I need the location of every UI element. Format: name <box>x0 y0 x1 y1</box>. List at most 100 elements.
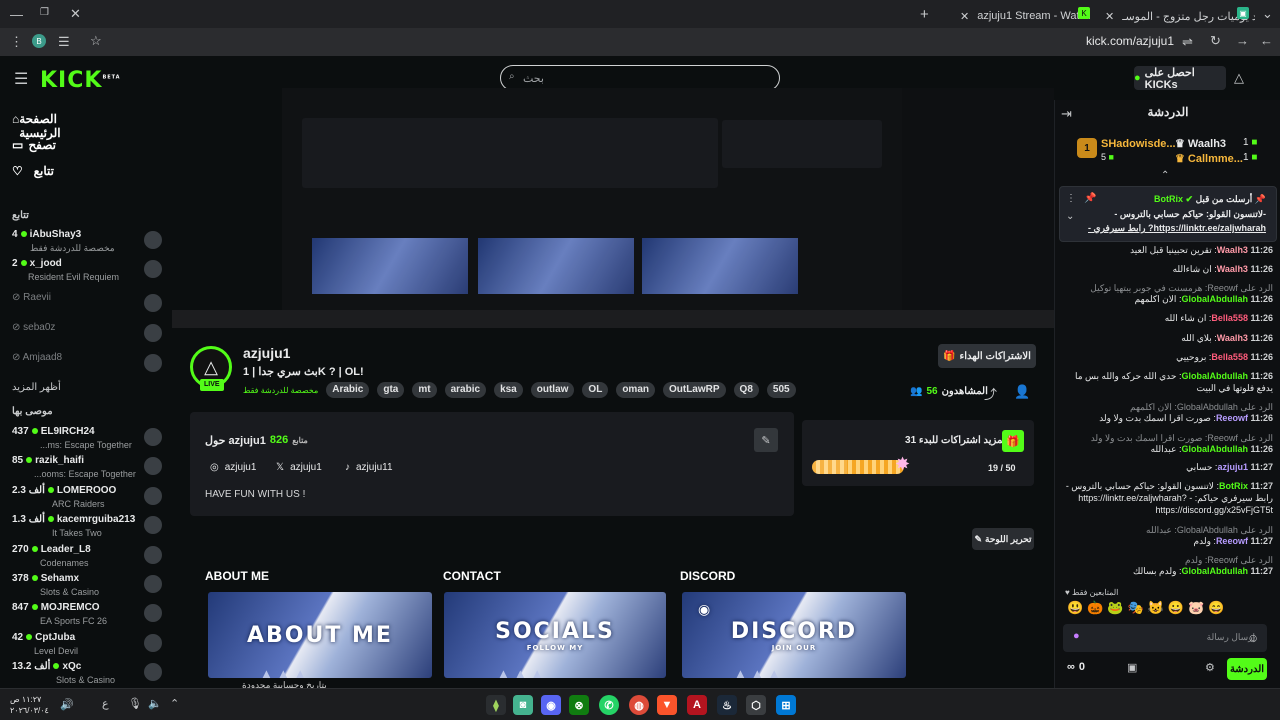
app-icon-messenger[interactable]: ◙ <box>513 695 533 715</box>
recommended-channel[interactable]: 847 MOJREMCO EA Sports FC 26 <box>12 602 162 632</box>
chat-message[interactable]: 11:26 GlobalAbdullah: عبدالله <box>1063 443 1273 455</box>
send-chat-button[interactable]: الدردشة <box>1227 658 1267 680</box>
share-icon[interactable]: ⤴ <box>984 384 997 403</box>
whatsapp-taskbar-icon[interactable]: ✆ <box>599 695 619 715</box>
recommended-channel[interactable]: 85 razik_haifi ...ooms: Escape Together <box>12 455 162 485</box>
steam-taskbar-icon[interactable]: ♨ <box>717 695 737 715</box>
emoji-picker-icon[interactable]: ☺ <box>1247 631 1259 645</box>
channel-points[interactable]: ∞ 0 <box>1067 661 1085 673</box>
discord-taskbar-icon[interactable]: ◉ <box>541 695 561 715</box>
new-tab-button[interactable]: + <box>920 6 929 23</box>
tag-chip[interactable]: OutLawRP <box>662 382 726 398</box>
nav-browse[interactable]: ▭ تصفح <box>12 138 56 152</box>
chat-message[interactable]: 11:27 Reeowf: ولدم <box>1063 535 1273 547</box>
following-channel[interactable]: 4 iAbuShay3 مخصصة للدردشة فقط <box>12 229 162 259</box>
chat-message[interactable]: 11:27 azjuju1: حسابي <box>1063 461 1273 473</box>
reload-icon[interactable]: ↻ <box>1210 33 1221 49</box>
goal-gift-icon[interactable]: 🎁 <box>1002 430 1024 452</box>
discord-banner[interactable]: ◉ DISCORD JOIN OUR <box>682 592 906 678</box>
tab-close-icon[interactable]: ✕ <box>1105 10 1114 23</box>
tab-search-icon[interactable]: ⌄ <box>1262 6 1273 22</box>
show-hidden-icons[interactable]: ⌃ <box>170 697 179 710</box>
leaderboard-user[interactable]: SHadowisde... <box>1101 138 1176 150</box>
chat-message[interactable]: 11:26 Bella558: ان شاء الله <box>1063 312 1273 324</box>
pin-icon[interactable]: 📌 <box>1084 193 1096 204</box>
social-link[interactable]: ♪ azjuju11 <box>345 462 393 473</box>
hamburger-menu-icon[interactable]: ☰ <box>14 69 28 89</box>
bookmark-star-icon[interactable]: ☆ <box>90 33 102 49</box>
chat-message[interactable]: 11:26 Waalh3: بلاي الله <box>1063 332 1273 344</box>
tag-chip[interactable]: 505 <box>766 382 796 398</box>
nav-following[interactable]: ♡ تتابع <box>12 164 54 178</box>
tab-kick-stream[interactable]: ✕ azjuju1 Stream - Watch Live on <box>940 4 1090 28</box>
channel-name[interactable]: azjuju1 <box>243 345 290 361</box>
chevron-down-icon[interactable]: ⌄ <box>1066 211 1074 222</box>
tag-chip[interactable]: mt <box>412 382 437 398</box>
chat-message[interactable]: 11:26 Waalh3: ان شاءالله <box>1063 263 1273 275</box>
windows-start-icon[interactable]: ⊞ <box>776 695 796 715</box>
socials-banner[interactable]: SOCIALS FOLLOW MY <box>444 592 666 678</box>
following-channel-offline[interactable]: ⊘ Amjaad8 <box>12 352 162 382</box>
gear-icon[interactable]: ⚙ <box>1205 661 1215 674</box>
stream-video-player[interactable] <box>172 88 1054 328</box>
brave-taskbar-icon[interactable]: ▼ <box>657 695 677 715</box>
tab-video-site[interactable]: ✕ شاهد يوميات رجل متزوج - الموسـ... <box>1105 4 1255 28</box>
app-icon-settings[interactable]: ⬡ <box>746 695 766 715</box>
tag-chip[interactable]: Q8 <box>733 382 759 398</box>
chat-message[interactable]: 11:26 GlobalAbdullah: حدي الله حركه والل… <box>1063 370 1273 394</box>
get-kicks-button[interactable]: ● احصل على KICKs <box>1134 66 1226 91</box>
tab-close-icon[interactable]: ✕ <box>960 10 969 23</box>
chat-message[interactable]: 11:26 Waalh3: تقرين تحبينيا قبل العيد <box>1063 244 1273 256</box>
tag-chip[interactable]: oman <box>616 382 655 398</box>
tag-chip[interactable]: gta <box>377 382 405 398</box>
follow-user-icon[interactable]: 👤 <box>1014 384 1030 400</box>
emote-icon[interactable]: ● <box>1073 630 1080 642</box>
restore-icon[interactable]: ❐ <box>40 7 49 18</box>
following-channel-offline[interactable]: ⊘ seba0z <box>12 322 162 352</box>
tag-chip[interactable]: outlaw <box>530 382 575 398</box>
leaderboard-user[interactable]: ♛ Callmme... <box>1175 152 1243 165</box>
site-settings-icon[interactable]: ⇌ <box>1182 34 1193 50</box>
speaker-icon[interactable]: 🔈 <box>148 697 162 710</box>
leaderboard-user[interactable]: ♛ Waalh3 <box>1175 137 1226 150</box>
back-icon[interactable]: ← <box>1260 33 1273 48</box>
system-clock[interactable]: ١١:٢٧ ص ٢٠٢٦/٠٣/٠٤ <box>10 694 49 716</box>
following-channel-offline[interactable]: ⊘ Raevii <box>12 292 162 322</box>
chat-message[interactable]: 11:26 Reeowf: صورت اقرا اسمك بدت ولا ولد <box>1063 412 1273 424</box>
edit-panels-button[interactable]: ✎ تحرير اللوحة <box>972 528 1034 550</box>
forward-icon[interactable]: → <box>1236 33 1249 48</box>
more-options-icon[interactable]: ⋮ <box>1066 193 1076 204</box>
recommended-channel[interactable]: 2.3 ألف LOMEROOO ARC Raiders <box>12 485 162 515</box>
recommended-channel[interactable]: 270 Leader_L8 Codenames <box>12 544 162 574</box>
social-link[interactable]: 𝕏 azjuju1 <box>276 462 322 473</box>
tag-chip[interactable]: arabic <box>444 382 487 398</box>
tag-chip[interactable]: ksa <box>494 382 523 398</box>
chrome-taskbar-icon[interactable]: ◍ <box>629 695 649 715</box>
recommended-channel[interactable]: 42 CptJuba Level Devil <box>12 632 162 662</box>
recommended-channel[interactable]: 378 Sehamx Slots & Casino <box>12 573 162 603</box>
gift-subs-button[interactable]: 🎁 الاشتراكات الهداء <box>938 344 1036 368</box>
category-link[interactable]: مخصصة للدردشة فقط <box>243 386 318 395</box>
user-menu-icon[interactable]: △ <box>1234 70 1244 86</box>
menu-dots-icon[interactable]: ⋮ <box>10 34 23 50</box>
chat-message[interactable]: 11:26 Bella558: بروحييي <box>1063 351 1273 363</box>
reading-list-icon[interactable]: ☰ <box>58 34 70 50</box>
emote-row[interactable]: 😃🎃🐸🎭😺😀🐷😄 <box>1067 600 1273 618</box>
address-bar[interactable]: kick.com/azjuju1 <box>1086 34 1174 48</box>
recommended-channel[interactable]: 13.2 ألف xQc Slots & Casino <box>12 661 162 691</box>
show-more-link[interactable]: أظهر المزيد <box>12 382 61 393</box>
chat-input[interactable]: إرسال رسالة ● <box>1063 624 1267 652</box>
about-me-banner[interactable]: ABOUT ME <box>208 592 432 678</box>
chat-message[interactable]: 11:26 GlobalAbdullah: الان اكلمهم <box>1063 293 1273 305</box>
minimize-icon[interactable]: — <box>10 7 23 22</box>
following-channel[interactable]: 2 x_jood Resident Evil Requiem <box>12 258 162 288</box>
app-icon-game[interactable]: ⧫ <box>486 695 506 715</box>
microphone-icon[interactable]: 🎙 <box>128 697 142 710</box>
recommended-channel[interactable]: 437 EL9IRCH24 ...ms: Escape Together <box>12 426 162 456</box>
kick-logo[interactable]: KICKBETA <box>40 68 121 93</box>
volume-icon[interactable]: 🔊 <box>60 698 74 711</box>
social-link[interactable]: ◎ azjuju1 <box>210 462 256 473</box>
profile-avatar[interactable]: B <box>32 34 46 48</box>
app-icon-red[interactable]: A <box>687 695 707 715</box>
pinned-message[interactable]: 📌 أرسلت من قبل ✔ BotRix -لاتنسون القولو:… <box>1059 186 1277 242</box>
